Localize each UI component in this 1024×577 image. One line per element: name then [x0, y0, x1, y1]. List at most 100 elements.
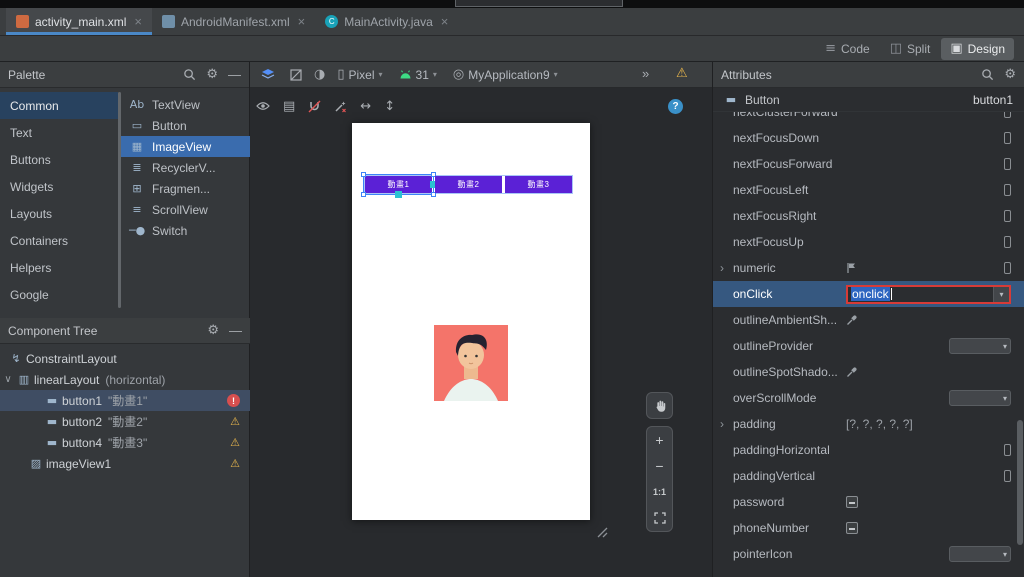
imageview-avatar-image[interactable] — [434, 325, 508, 401]
attribute-dropdown[interactable]: ▾ — [949, 390, 1011, 406]
resource-picker-button[interactable] — [1004, 184, 1011, 196]
design-blueprint-selector[interactable] — [258, 65, 278, 85]
attribute-row[interactable]: nextFocusRight — [713, 203, 1024, 229]
gear-icon[interactable]: ⚙ — [206, 68, 218, 81]
zoom-to-fit-button[interactable] — [647, 505, 672, 531]
editor-tab[interactable]: AndroidManifest.xml × — [152, 8, 315, 35]
palette-item[interactable]: ≡ ScrollView — [121, 199, 250, 220]
resize-handle[interactable] — [361, 172, 366, 177]
search-icon[interactable] — [183, 68, 196, 81]
close-icon[interactable]: × — [441, 14, 449, 29]
expand-chevron-icon[interactable]: › — [720, 417, 724, 431]
default-margins-horizontal-icon[interactable]: ↔ — [360, 99, 371, 114]
close-icon[interactable]: × — [298, 14, 306, 29]
palette-item[interactable]: ▦ ImageView — [121, 136, 250, 157]
view-mode-button[interactable]: ▣ Design — [941, 37, 1014, 60]
component-tree-node[interactable]: ▬ button2 "動畫2" ⚠ — [0, 411, 250, 432]
component-tree-node[interactable]: ∨ ▥ linearLayout (horizontal) — [0, 369, 250, 390]
attribute-dropdown[interactable]: ▾ — [949, 546, 1011, 562]
attribute-dropdown[interactable]: ▾ — [949, 338, 1011, 354]
resize-handle[interactable] — [361, 192, 366, 197]
component-tree-node[interactable]: ▬ button1 "動畫1" ! — [0, 390, 250, 411]
attribute-row[interactable]: pointerIcon ▾ — [713, 541, 1024, 567]
indeterminate-checkbox[interactable] — [846, 522, 858, 534]
resource-picker-button[interactable] — [1004, 236, 1011, 248]
attribute-row[interactable]: nextFocusLeft — [713, 177, 1024, 203]
attribute-row[interactable]: outlineAmbientSh... — [713, 307, 1024, 333]
canvas-resize-grip[interactable] — [593, 523, 608, 541]
search-icon[interactable] — [981, 68, 994, 81]
resource-picker-button[interactable] — [1004, 158, 1011, 170]
attribute-value-combobox[interactable]: onclick ▾ — [846, 284, 1011, 304]
palette-category[interactable]: Layouts — [0, 200, 118, 227]
clear-constraints-icon[interactable] — [334, 100, 347, 113]
minimize-icon[interactable]: — — [229, 324, 242, 337]
toolbar-overflow-icon[interactable]: » — [642, 66, 649, 81]
resource-picker-button[interactable] — [1004, 210, 1011, 222]
help-button[interactable]: ? — [668, 99, 683, 114]
palette-item[interactable]: ⊞ Fragmen... — [121, 178, 250, 199]
palette-category[interactable]: Widgets — [0, 173, 118, 200]
palette-item[interactable]: ─● Switch — [121, 220, 250, 241]
zoom-actual-size-button[interactable]: 1:1 — [647, 479, 672, 505]
resource-picker-button[interactable] — [1004, 132, 1011, 144]
gear-icon[interactable]: ⚙ — [207, 324, 219, 337]
component-tree-node[interactable]: ▨ imageView1 ⚠ — [0, 453, 250, 474]
selected-component-row[interactable]: ▬ Button button1 — [713, 88, 1024, 112]
resource-picker-button[interactable] — [1004, 262, 1011, 274]
pipette-icon[interactable] — [846, 366, 858, 378]
flag-icon[interactable] — [846, 262, 857, 274]
palette-category[interactable]: Common — [0, 92, 118, 119]
attribute-row[interactable]: outlineProvider ▾ — [713, 333, 1024, 359]
layout-variants-icon[interactable]: ▤ — [283, 99, 295, 114]
autoconnect-off-magnet-icon[interactable] — [308, 100, 321, 113]
device-selector[interactable]: ▯ Pixel ▾ — [333, 67, 386, 82]
close-icon[interactable]: × — [134, 14, 142, 29]
attribute-row[interactable]: › numeric — [713, 255, 1024, 281]
attribute-row[interactable]: nextFocusDown — [713, 125, 1024, 151]
default-margins-vertical-icon[interactable]: ↕ — [384, 99, 395, 114]
zoom-out-button[interactable]: − — [647, 453, 672, 479]
zoom-in-button[interactable]: + — [647, 427, 672, 453]
attribute-row[interactable]: nextFocusUp — [713, 229, 1024, 255]
attribute-row[interactable]: outlineSpotShado... — [713, 359, 1024, 385]
palette-category[interactable]: Google — [0, 281, 118, 308]
editor-tab[interactable]: activity_main.xml × — [6, 8, 152, 35]
resource-picker-button[interactable] — [1004, 470, 1011, 482]
attribute-row[interactable]: nextClusterForward — [713, 112, 1024, 125]
palette-category[interactable]: Buttons — [0, 146, 118, 173]
view-options-eye-icon[interactable] — [256, 101, 270, 111]
pipette-icon[interactable] — [846, 314, 858, 326]
pan-tool-button[interactable] — [646, 392, 673, 419]
palette-category[interactable]: Text — [0, 119, 118, 146]
canvas-button[interactable]: 動畫3 — [505, 176, 572, 193]
api-level-selector[interactable]: 31 ▾ — [395, 68, 441, 82]
expand-chevron-icon[interactable]: › — [720, 261, 724, 275]
palette-category[interactable]: Containers — [0, 227, 118, 254]
attribute-row[interactable]: paddingVertical — [713, 463, 1024, 489]
attribute-row[interactable]: onClick onclick ▾ — [713, 281, 1024, 307]
attribute-row[interactable]: › padding [?, ?, ?, ?, ?] — [713, 411, 1024, 437]
view-mode-button[interactable]: ◫ Split — [881, 38, 940, 60]
attribute-row[interactable]: overScrollMode ▾ — [713, 385, 1024, 411]
resource-picker-button[interactable] — [1004, 444, 1011, 456]
theme-selector[interactable]: ◎ MyApplication9 ▾ — [449, 67, 562, 82]
blueprint-mode-icon[interactable] — [286, 65, 306, 85]
editor-tab[interactable]: C MainActivity.java × — [315, 8, 458, 35]
device-canvas[interactable]: 動畫1 動畫2 動畫3 — [352, 123, 590, 520]
scrollbar[interactable] — [1017, 420, 1023, 545]
resource-picker-button[interactable] — [1004, 112, 1011, 118]
palette-item[interactable]: ≣ RecyclerV... — [121, 157, 250, 178]
canvas-button[interactable]: 動畫2 — [435, 176, 502, 193]
chevron-down-icon[interactable]: ▾ — [993, 286, 1009, 302]
minimize-icon[interactable]: — — [228, 68, 241, 81]
attribute-row[interactable]: paddingHorizontal — [713, 437, 1024, 463]
gear-icon[interactable]: ⚙ — [1004, 68, 1016, 81]
component-tree-node[interactable]: ▬ button4 "動畫3" ⚠ — [0, 432, 250, 453]
attribute-row[interactable]: phoneNumber — [713, 515, 1024, 541]
constraint-anchor[interactable] — [395, 191, 402, 198]
attribute-row[interactable]: nextFocusForward — [713, 151, 1024, 177]
warning-icon[interactable]: ⚠ — [676, 66, 688, 81]
canvas-button[interactable]: 動畫1 — [361, 172, 437, 198]
night-mode-icon[interactable]: ◑ — [314, 67, 325, 82]
